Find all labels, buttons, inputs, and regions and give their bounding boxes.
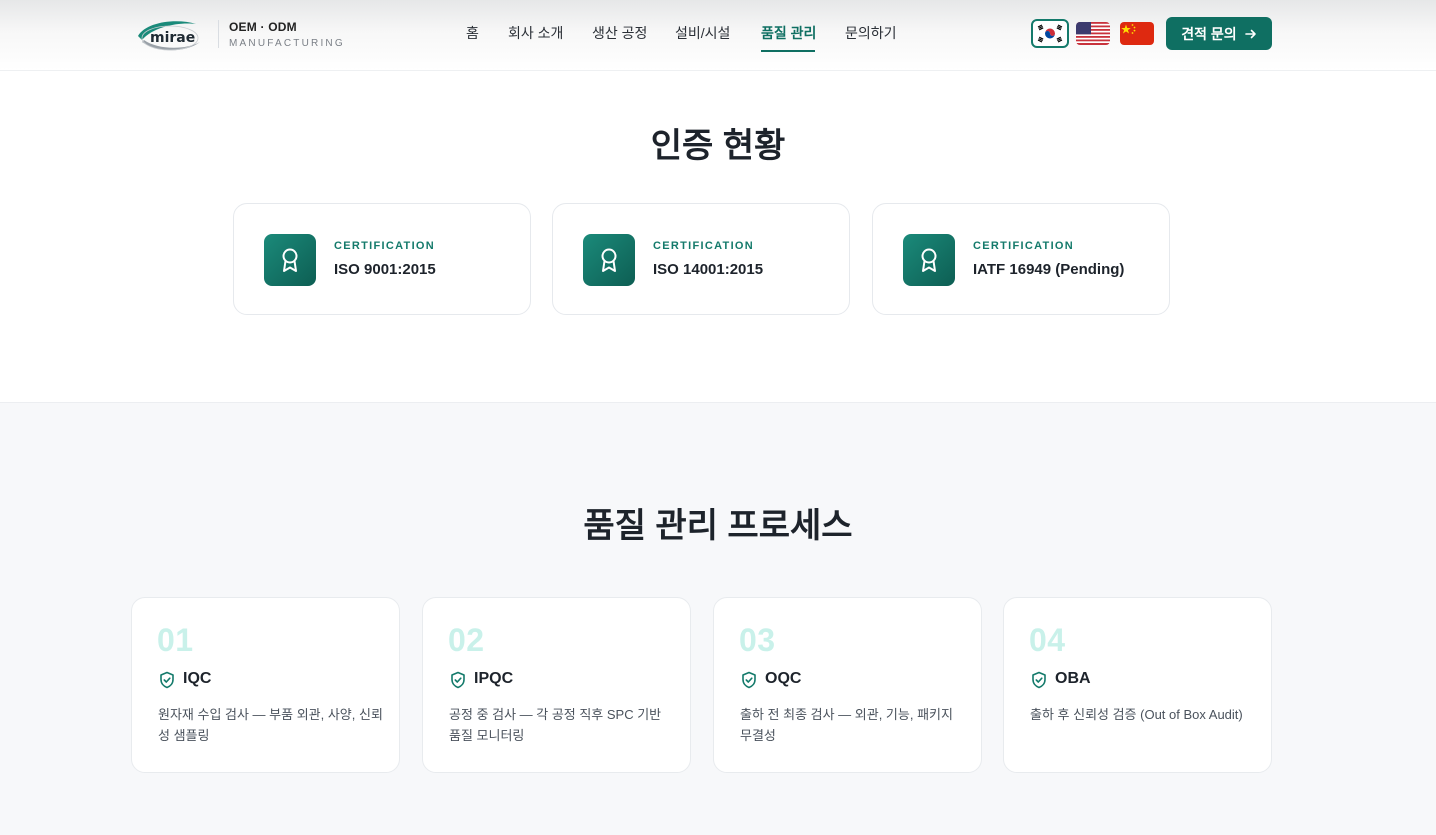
- certification-name: IATF 16949 (Pending): [973, 261, 1125, 278]
- step-name: OBA: [1055, 670, 1091, 687]
- main-nav: 홈 회사 소개 생산 공정 설비/시설 품질 관리 문의하기: [466, 24, 905, 52]
- step-number: 03: [739, 622, 776, 658]
- brand-tagline: OEM · ODM: [229, 20, 297, 34]
- quote-request-label: 견적 문의: [1181, 25, 1237, 42]
- award-badge-icon: [264, 234, 316, 286]
- process-step-card: 02 IPQC 공정 중 검사 — 각 공정 직후 SPC 기반 품질 모니터링: [422, 597, 691, 773]
- language-chinese-flag-icon[interactable]: [1120, 22, 1154, 45]
- shield-check-icon: [451, 671, 465, 689]
- nav-production[interactable]: 생산 공정: [592, 24, 675, 52]
- certification-card: CERTIFICATION IATF 16949 (Pending): [872, 203, 1170, 315]
- certification-card: CERTIFICATION ISO 9001:2015: [233, 203, 531, 315]
- step-description: 원자재 수입 검사 — 부품 외관, 사양, 신뢰성 샘플링: [158, 707, 383, 743]
- step-number: 01: [157, 622, 194, 658]
- svg-text:mirae: mirae: [150, 30, 195, 46]
- site-header: mirae OEM · ODM MANUFACTURING 홈 회사 소개 생산…: [0, 0, 1436, 71]
- shield-check-icon: [160, 671, 174, 689]
- arrow-right-icon: [1244, 29, 1256, 38]
- quote-request-button[interactable]: 견적 문의: [1166, 17, 1272, 50]
- nav-facilities[interactable]: 설비/시설: [675, 24, 761, 52]
- brand-subtitle: MANUFACTURING: [229, 38, 345, 49]
- process-step-card: 01 IQC 원자재 수입 검사 — 부품 외관, 사양, 신뢰성 샘플링: [131, 597, 400, 773]
- process-step-card: 04 OBA 출하 후 신뢰성 검증 (Out of Box Audit): [1003, 597, 1272, 773]
- step-description: 출하 전 최종 검사 — 외관, 기능, 패키지 무결성: [740, 707, 953, 743]
- award-badge-icon: [583, 234, 635, 286]
- nav-quality[interactable]: 품질 관리: [761, 24, 816, 52]
- nav-home[interactable]: 홈: [466, 24, 508, 52]
- certifications-title: 인증 현황: [650, 127, 786, 165]
- step-description: 출하 후 신뢰성 검증 (Out of Box Audit): [1030, 707, 1243, 722]
- step-name: OQC: [765, 670, 802, 687]
- step-name: IQC: [183, 670, 212, 687]
- step-number: 02: [448, 622, 485, 658]
- certification-name: ISO 14001:2015: [653, 261, 764, 278]
- language-english-flag-icon[interactable]: [1076, 22, 1110, 45]
- mirae-logo[interactable]: mirae: [136, 16, 202, 54]
- process-step-card: 03 OQC 출하 전 최종 검사 — 외관, 기능, 패키지 무결성: [713, 597, 982, 773]
- nav-contact[interactable]: 문의하기: [845, 24, 905, 52]
- quality-process-title: 품질 관리 프로세스: [583, 507, 853, 545]
- certification-label: CERTIFICATION: [334, 240, 436, 252]
- shield-check-icon: [742, 671, 756, 689]
- nav-about[interactable]: 회사 소개: [508, 24, 592, 52]
- award-badge-icon: [903, 234, 955, 286]
- step-number: 04: [1029, 622, 1066, 658]
- shield-check-icon: [1032, 671, 1046, 689]
- certification-label: CERTIFICATION: [973, 240, 1075, 252]
- logo-divider: [218, 20, 219, 48]
- language-korean-flag-icon[interactable]: [1031, 19, 1069, 48]
- step-description: 공정 중 검사 — 각 공정 직후 SPC 기반 품질 모니터링: [449, 707, 662, 743]
- certification-label: CERTIFICATION: [653, 240, 755, 252]
- step-name: IPQC: [474, 670, 514, 687]
- certification-card: CERTIFICATION ISO 14001:2015: [552, 203, 850, 315]
- certification-name: ISO 9001:2015: [334, 261, 436, 278]
